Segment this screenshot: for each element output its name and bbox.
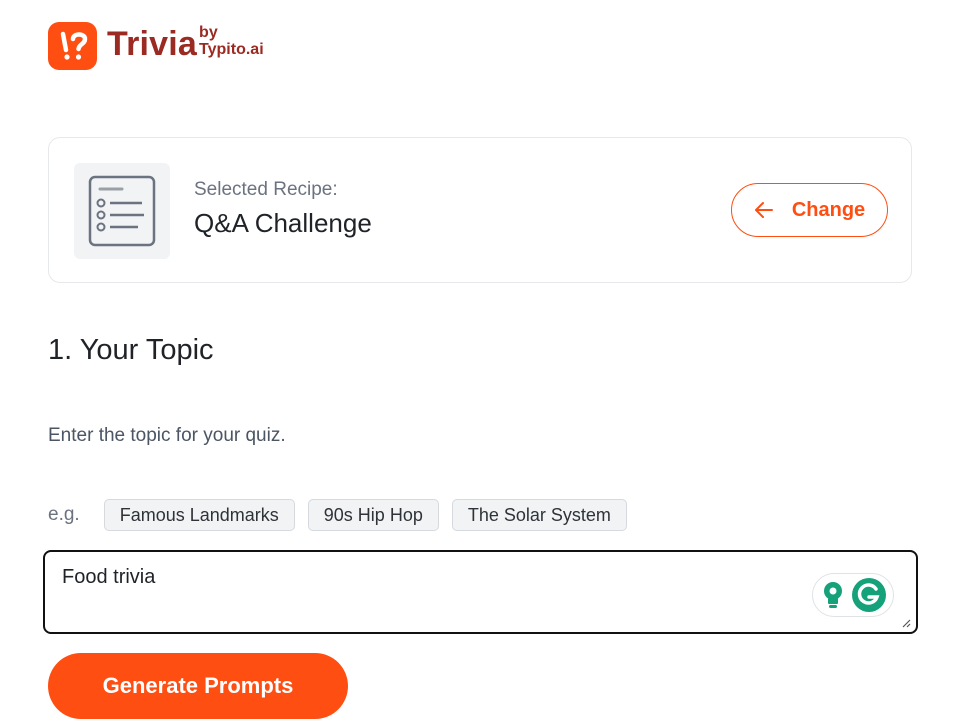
generate-prompts-button[interactable]: Generate Prompts [48,653,348,719]
selected-recipe-name: Q&A Challenge [194,208,372,238]
logo-wordmark: Trivia [107,25,198,63]
topic-input[interactable]: Food trivia [43,550,918,634]
recipe-thumbnail [74,163,170,259]
logo-byline: by Typito.ai [199,24,264,58]
logo-mark [48,22,97,70]
section-title-topic: 1. Your Topic [48,334,214,366]
topic-examples: e.g. Famous Landmarks 90s Hip Hop The So… [48,499,640,531]
examples-label: e.g. [48,504,80,525]
page: Trivia by Typito.ai Selected Recipe: Q&A… [0,0,973,724]
grammarly-widget[interactable] [812,573,894,617]
selected-recipe-caption: Selected Recipe: [194,179,338,200]
topic-description: Enter the topic for your quiz. [48,425,286,446]
selected-recipe-card: Selected Recipe: Q&A Challenge Change [48,137,912,283]
topic-input-value: Food trivia [62,566,156,588]
logo-by: by [199,24,218,41]
logo[interactable]: Trivia by Typito.ai [48,22,264,70]
resize-grip-icon[interactable] [901,618,911,628]
arrow-left-icon [754,202,773,218]
checklist-icon [88,175,156,247]
change-recipe-label: Change [791,198,866,221]
change-recipe-button[interactable]: Change [731,183,888,237]
lightbulb-icon[interactable] [820,580,846,610]
logo-brand: Typito.ai [199,41,264,58]
example-chip[interactable]: 90s Hip Hop [307,499,439,531]
example-chip[interactable]: Famous Landmarks [103,499,295,531]
example-chip[interactable]: The Solar System [451,499,627,531]
logo-exclaim-question-icon [60,31,87,60]
grammarly-icon[interactable] [851,577,887,613]
